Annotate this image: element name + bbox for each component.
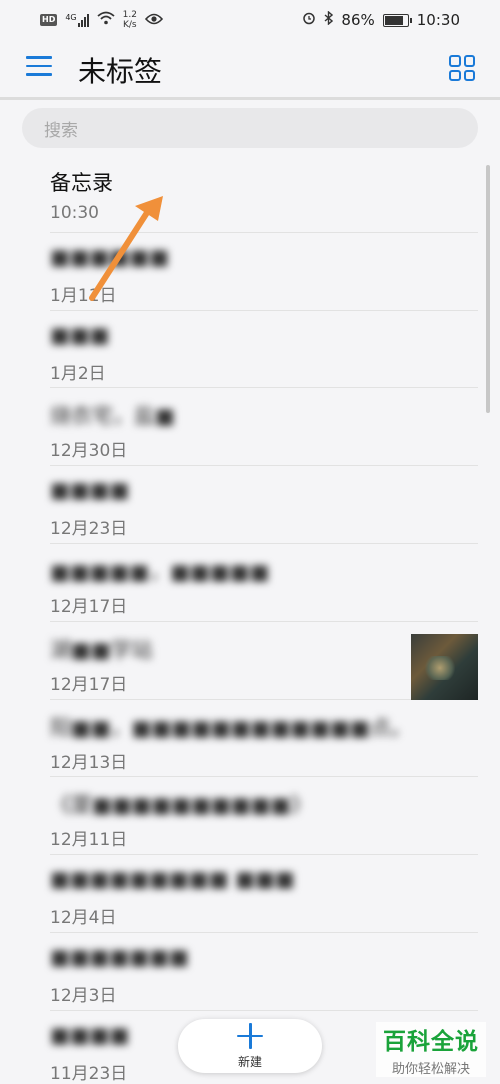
note-date: 12月3日 [50, 985, 117, 1006]
note-item[interactable]: ■■■■■■■ 12月3日 [50, 933, 478, 1011]
note-date: 11月23日 [50, 1063, 128, 1084]
battery-fill [384, 15, 403, 25]
note-item[interactable]: ■■■■■■■■■ ■■■ 12月4日 [50, 855, 478, 933]
bluetooth-icon [324, 10, 334, 29]
note-date: 1月2日 [50, 363, 106, 384]
menu-icon[interactable] [26, 56, 52, 78]
note-title: 备忘录 [50, 171, 113, 195]
note-item[interactable]: 湖■■学站 12月17日 [50, 622, 478, 700]
new-note-label: 新建 [237, 1054, 262, 1069]
note-date: 12月23日 [50, 519, 128, 540]
net-speed-value: 1.2 [122, 10, 137, 20]
note-title: ■■■ [50, 322, 110, 347]
note-title: ■■■■ [50, 1022, 130, 1047]
note-title: ■■■■■■■ [50, 944, 189, 969]
note-title: 阳■■，■■■■■■■■■■■■点。 [50, 715, 412, 740]
note-title: 《厦■■■■■■■■■■》 [50, 793, 312, 818]
note-item[interactable]: 烧衣宅，盐■ 12月30日 [50, 388, 478, 467]
note-date: 12月17日 [50, 596, 128, 617]
note-item[interactable]: 《厦■■■■■■■■■■》 12月11日 [50, 777, 478, 856]
status-left: HD 4G 1.2 K/s [40, 10, 164, 30]
eye-icon [144, 11, 164, 29]
signal-icon: 4G [65, 13, 89, 27]
note-date: 12月17日 [50, 674, 128, 695]
note-date: 10:30 [50, 203, 99, 223]
watermark-main: 百科全说 [383, 1029, 479, 1055]
note-date: 12月13日 [50, 752, 128, 773]
page-title: 未标签 [78, 55, 163, 88]
battery-icon [382, 13, 412, 27]
net-speed: 1.2 K/s [123, 10, 137, 30]
search-input[interactable]: 搜索 [22, 108, 478, 148]
note-item[interactable]: 备忘录 10:30 [50, 155, 478, 233]
watermark-logo: 百科全说 助你轻松解决 [376, 1022, 486, 1077]
wifi-icon [97, 11, 115, 29]
note-date: 1月11日 [50, 285, 117, 306]
battery-percent: 86% [341, 11, 375, 29]
status-right: 86% 10:30 [302, 10, 460, 29]
signal-label: 4G [65, 13, 77, 22]
note-item[interactable]: ■■■■■■ 1月11日 [50, 233, 478, 311]
note-item[interactable]: ■■■■■，■■■■■ 12月17日 [50, 544, 478, 622]
grid-view-icon[interactable] [449, 55, 475, 81]
search-placeholder: 搜索 [44, 120, 78, 141]
alarm-icon [302, 11, 316, 29]
note-thumbnail [411, 633, 478, 700]
note-list: 备忘录 10:30 ■■■■■■ 1月11日 ■■■ 1月2日烧衣宅，盐■ 12月30日 ■■… [0, 155, 500, 1084]
hd-badge: HD [40, 14, 58, 26]
note-title: 烧衣宅，盐■ [50, 404, 175, 429]
note-title: ■■■■■，■■■■■ [50, 559, 270, 584]
note-title: ■■■■■■ [50, 244, 170, 269]
watermark-sub: 助你轻松解决 [391, 1062, 470, 1077]
note-date: 12月11日 [50, 830, 128, 851]
status-time: 10:30 [416, 11, 460, 29]
note-title: ■■■■ [50, 478, 130, 503]
plus-icon [237, 1022, 263, 1049]
note-date: 12月4日 [50, 908, 117, 929]
header-divider [0, 97, 500, 100]
note-date: 12月30日 [50, 441, 128, 462]
note-title: ■■■■■■■■■ ■■■ [50, 867, 295, 892]
note-item[interactable]: ■■■■ 12月23日 [50, 466, 478, 544]
note-title: 湖■■学站 [50, 637, 153, 662]
app-header: 未标签 [0, 40, 500, 98]
status-bar: HD 4G 1.2 K/s 86% 10:30 [0, 0, 500, 40]
note-item[interactable]: 阳■■，■■■■■■■■■■■■点。 12月13日 [50, 700, 478, 778]
net-speed-unit: K/s [122, 20, 137, 30]
scrollbar[interactable] [486, 165, 490, 413]
new-note-button[interactable]: 新建 [178, 1019, 322, 1073]
note-item[interactable]: ■■■ 1月2日 [50, 311, 478, 389]
